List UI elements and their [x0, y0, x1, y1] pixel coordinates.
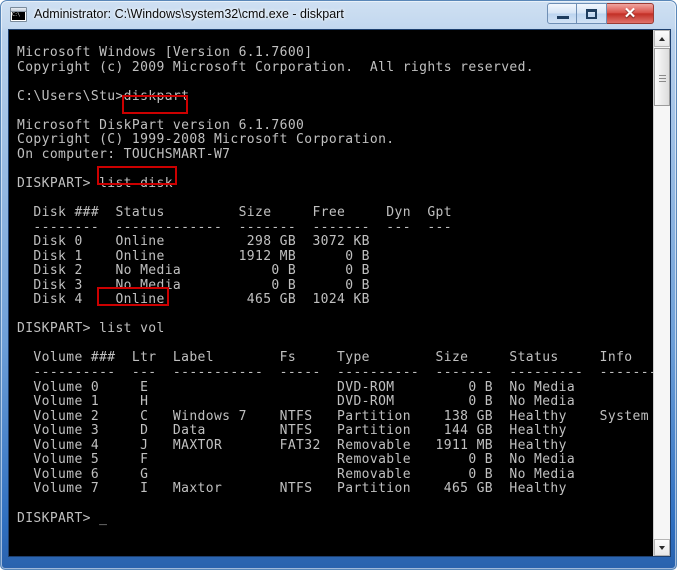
close-button[interactable]: ✕ [607, 3, 654, 24]
maximize-icon [586, 9, 597, 19]
minimize-icon [557, 16, 569, 19]
console-output-surface[interactable]: Microsoft Windows [Version 6.1.7600] Cop… [9, 30, 654, 556]
maximize-button[interactable] [577, 3, 607, 24]
scrollbar-thumb[interactable] [654, 48, 670, 106]
cmd-console-icon: C:\ [10, 7, 27, 22]
scrollbar-track[interactable] [654, 47, 670, 539]
grip-line [659, 81, 666, 82]
grip-line [659, 78, 666, 79]
title-bar[interactable]: C:\ Administrator: C:\Windows\system32\c… [1, 1, 677, 29]
close-icon: ✕ [623, 5, 637, 22]
console-window: C:\ Administrator: C:\Windows\system32\c… [0, 0, 677, 570]
chevron-up-icon [659, 37, 665, 41]
console-text: Microsoft Windows [Version 6.1.7600] Cop… [17, 45, 654, 526]
vertical-scrollbar[interactable] [653, 30, 670, 556]
chevron-down-icon [659, 546, 665, 550]
console-client-area: Microsoft Windows [Version 6.1.7600] Cop… [8, 29, 671, 557]
scroll-up-arrow-icon[interactable] [654, 30, 670, 47]
window-title: Administrator: C:\Windows\system32\cmd.e… [34, 7, 344, 21]
grip-line [659, 75, 666, 76]
scroll-down-arrow-icon[interactable] [654, 539, 670, 556]
minimize-button[interactable] [547, 3, 577, 24]
icon-prompt-glyph: C:\ [12, 12, 20, 18]
